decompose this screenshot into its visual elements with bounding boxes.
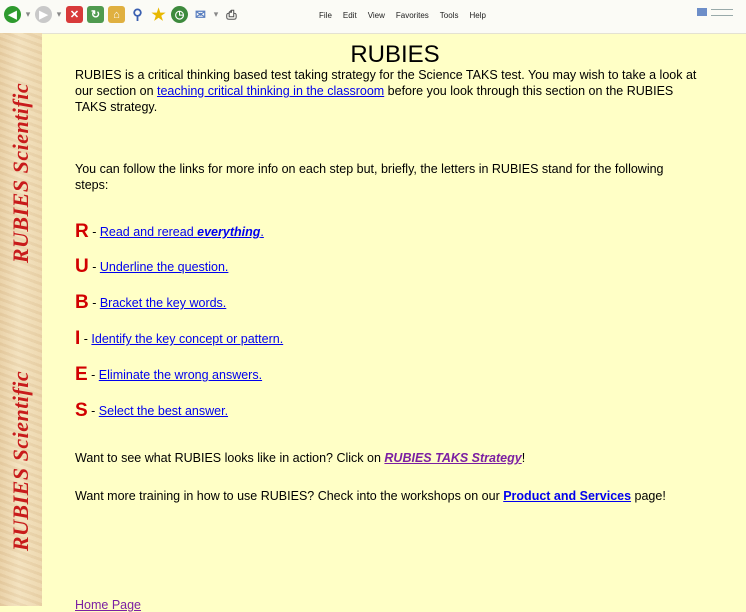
banner-text-top: RUBIES Scientific [8, 82, 33, 264]
step-e-link[interactable]: Eliminate the wrong answers. [99, 368, 262, 382]
back-icon[interactable]: ◀ [4, 6, 21, 23]
menu-view[interactable]: View [368, 11, 385, 20]
step-s-link[interactable]: Select the best answer. [99, 404, 228, 418]
step-i: I - Identify the key concept or pattern. [75, 328, 284, 349]
rubies-taks-strategy-link[interactable]: RUBIES TAKS Strategy [384, 451, 521, 465]
menu-favorites[interactable]: Favorites [396, 11, 429, 20]
step-e: E - Eliminate the wrong answers. [75, 364, 263, 385]
history-icon[interactable]: ◷ [171, 6, 188, 23]
intro-paragraph: RUBIES is a critical thinking based test… [75, 68, 697, 114]
menu-tools[interactable]: Tools [440, 11, 459, 20]
page-title: RUBIES [350, 41, 440, 68]
step-b-link[interactable]: Bracket the key words. [100, 296, 226, 310]
mail-dropdown-icon[interactable]: ▾ [213, 9, 219, 20]
training-paragraph: Want more training in how to use RUBIES?… [75, 489, 666, 503]
step-r-link[interactable]: Read and reread everything. [100, 225, 264, 239]
banner-text-bottom: RUBIES Scientific [8, 370, 33, 552]
menu-help[interactable]: Help [469, 11, 485, 20]
step-u-link[interactable]: Underline the question. [100, 260, 229, 274]
toolbar-icons: ◀ ▾ ▶ ▾ ✕ ↻ ⌂ ⚲ ★ ◷ ✉ ▾ ⎙ [4, 6, 240, 24]
action-paragraph: Want to see what RUBIES looks like in ac… [75, 451, 526, 465]
step-letter: R [75, 221, 89, 242]
home-icon[interactable]: ⌂ [108, 6, 125, 23]
step-r: R - Read and reread everything. [75, 221, 264, 242]
search-icon[interactable]: ⚲ [129, 6, 146, 23]
step-letter: E [75, 364, 88, 385]
side-banner: RUBIES Scientific RUBIES Scientific [0, 33, 42, 606]
menu-bar: File Edit View Favorites Tools Help [319, 11, 486, 20]
step-letter: U [75, 256, 89, 277]
home-page-link[interactable]: Home Page [75, 598, 141, 612]
menu-edit[interactable]: Edit [343, 11, 357, 20]
stop-icon[interactable]: ✕ [66, 6, 83, 23]
step-b: B - Bracket the key words. [75, 292, 227, 313]
step-u: U - Underline the question. [75, 256, 229, 277]
refresh-icon[interactable]: ↻ [87, 6, 104, 23]
print-icon[interactable]: ⎙ [223, 6, 240, 23]
windows-flag-icon [697, 8, 707, 16]
browser-toolbar: ◀ ▾ ▶ ▾ ✕ ↻ ⌂ ⚲ ★ ◷ ✉ ▾ ⎙ File Edit View… [0, 0, 746, 34]
step-letter: B [75, 292, 89, 313]
product-services-link[interactable]: Product and Services [503, 489, 631, 503]
menu-file[interactable]: File [319, 11, 332, 20]
forward-icon[interactable]: ▶ [35, 6, 52, 23]
back-dropdown-icon[interactable]: ▾ [25, 9, 31, 20]
step-i-link[interactable]: Identify the key concept or pattern. [91, 332, 283, 346]
forward-dropdown-icon[interactable]: ▾ [56, 9, 62, 20]
critical-thinking-link[interactable]: teaching critical thinking in the classr… [157, 84, 384, 98]
follow-paragraph: You can follow the links for more info o… [75, 162, 664, 192]
step-letter: S [75, 400, 88, 421]
favorites-star-icon[interactable]: ★ [150, 6, 167, 24]
mail-icon[interactable]: ✉ [192, 6, 209, 23]
throbber-icon [711, 9, 733, 16]
step-s: S - Select the best answer. [75, 400, 229, 421]
